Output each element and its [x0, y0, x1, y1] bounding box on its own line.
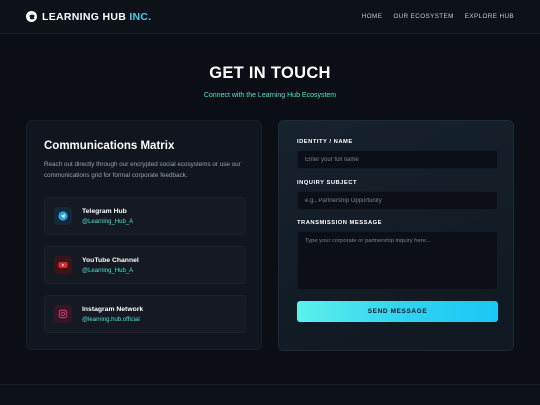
brand[interactable]: LEARNING HUB INC.	[26, 11, 152, 23]
channel-name: Telegram Hub	[82, 207, 127, 215]
channel-instagram-text: Instagram Network @learning.hub.official	[82, 306, 143, 323]
top-navbar: LEARNING HUB INC. HOME OUR ECOSYSTEM EXP…	[0, 0, 540, 34]
nav-link-home[interactable]: HOME	[362, 13, 383, 20]
channel-youtube[interactable]: YouTube Channel @Learning_Hub_A	[44, 246, 246, 284]
message-label: TRANSMISSION MESSAGE	[297, 220, 383, 226]
brand-name: LEARNING HUB INC.	[42, 11, 152, 23]
channel-telegram-text: Telegram Hub @Learning_Hub_A	[82, 208, 133, 225]
footer	[0, 384, 540, 405]
channel-instagram[interactable]: Instagram Network @learning.hub.official	[44, 295, 246, 333]
message-textarea[interactable]	[297, 231, 498, 290]
telegram-icon	[54, 207, 72, 225]
youtube-icon	[54, 256, 72, 274]
name-input[interactable]	[297, 150, 498, 169]
inquiry-label: INQUIRY SUBJECT	[297, 180, 358, 186]
channel-handle: @Learning_Hub_A	[82, 218, 134, 225]
channel-handle: @learning.hub.official	[82, 316, 140, 323]
page-subtitle: Connect with the Learning Hub Ecosystem	[203, 92, 337, 99]
channel-telegram[interactable]: Telegram Hub @Learning_Hub_A	[44, 197, 246, 235]
instagram-icon	[54, 305, 72, 323]
page-title: GET IN TOUCH	[209, 64, 331, 82]
brand-name-main: LEARNING HUB	[42, 10, 130, 23]
identity-label: IDENTITY / NAME	[297, 139, 353, 145]
matrix-title: Communications Matrix	[44, 140, 175, 152]
brand-name-accent: INC.	[129, 10, 152, 23]
contact-form: IDENTITY / NAME INQUIRY SUBJECT TRANSMIS…	[278, 120, 514, 351]
send-message-button[interactable]: SEND MESSAGE	[297, 301, 498, 322]
channel-youtube-text: YouTube Channel @Learning_Hub_A	[82, 257, 139, 274]
nav-link-our-ecosystem[interactable]: OUR ECOSYSTEM	[393, 13, 453, 20]
graduation-cap-icon	[26, 11, 37, 22]
channel-handle: @Learning_Hub_A	[82, 267, 134, 274]
communications-matrix-card: Communications Matrix Reach out directly…	[26, 120, 262, 350]
channel-name: YouTube Channel	[82, 256, 139, 264]
matrix-description: Reach out directly through our encrypted…	[44, 161, 241, 179]
nav-link-explore-hub[interactable]: EXPLORE HUB	[465, 13, 514, 20]
nav-links: HOME OUR ECOSYSTEM EXPLORE HUB	[362, 13, 514, 20]
channel-name: Instagram Network	[82, 305, 144, 313]
subject-input[interactable]	[297, 191, 498, 210]
